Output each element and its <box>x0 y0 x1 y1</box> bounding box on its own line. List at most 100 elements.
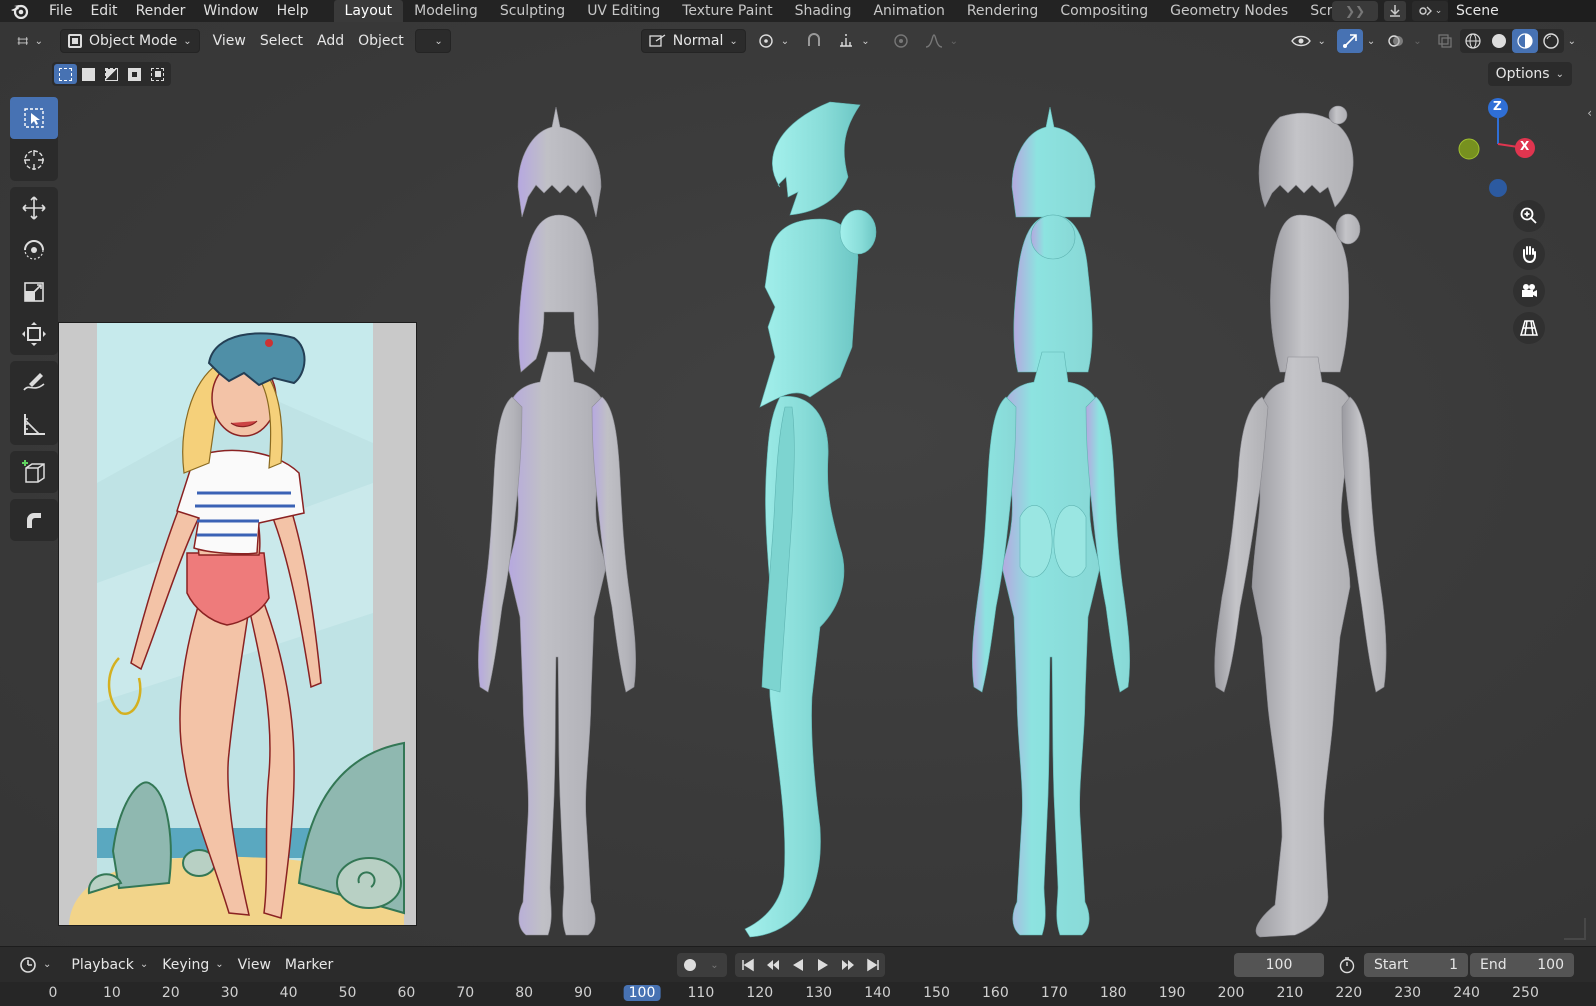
menu-keying[interactable]: Keying ⌄ <box>155 953 230 977</box>
ruler-tick: 220 <box>1335 985 1363 1001</box>
model-front-view[interactable] <box>477 106 637 936</box>
reference-image[interactable] <box>58 322 417 926</box>
perspective-grid-icon[interactable] <box>1513 312 1545 344</box>
rotate-tool-icon[interactable] <box>10 229 58 271</box>
corner-resize-icon[interactable] <box>1564 918 1586 940</box>
snap-toggle[interactable] <box>798 29 830 53</box>
sidebar-toggle-icon[interactable]: ‹ <box>1587 106 1592 120</box>
proportional-edit-toggle[interactable] <box>885 29 917 53</box>
transform-orientation-dropdown[interactable]: Normal ⌄ <box>640 29 746 53</box>
tab-uv-editing[interactable]: UV Editing <box>576 0 671 22</box>
navigation-gizmo[interactable]: Z X <box>1450 94 1560 204</box>
tab-texture-paint[interactable]: Texture Paint <box>671 0 783 22</box>
model-three-quarter-view[interactable] <box>1214 105 1387 938</box>
jump-keyframe-back-icon[interactable] <box>760 953 785 977</box>
add-cube-tool-icon[interactable] <box>10 451 58 493</box>
tab-modeling[interactable]: Modeling <box>403 0 489 22</box>
mode-dropdown[interactable]: Object Mode ⌄ <box>60 29 200 53</box>
menu-edit[interactable]: Edit <box>81 0 126 22</box>
editor-type-button[interactable]: ⌄ <box>10 29 50 53</box>
overlays-dropdown[interactable]: ⌄ <box>1409 29 1425 53</box>
workspace-scroll-icon[interactable]: ❯❯ <box>1332 1 1378 21</box>
transform-tool-icon[interactable] <box>10 313 58 355</box>
zoom-icon[interactable] <box>1513 200 1545 232</box>
select-invert-icon[interactable] <box>123 64 146 84</box>
rendered-shading-button[interactable] <box>1538 29 1564 53</box>
jump-keyframe-forward-icon[interactable] <box>835 953 860 977</box>
move-tool-icon[interactable] <box>10 187 58 229</box>
extra-dropdown[interactable]: ⌄ <box>414 29 451 53</box>
jump-end-icon[interactable] <box>860 953 885 977</box>
tab-geometry-nodes[interactable]: Geometry Nodes <box>1159 0 1299 22</box>
measure-tool-icon[interactable] <box>10 403 58 445</box>
menu-add[interactable]: Add <box>310 29 351 53</box>
tab-layout[interactable]: Layout <box>333 0 404 22</box>
pan-hand-icon[interactable] <box>1513 238 1545 270</box>
tab-shading[interactable]: Shading <box>784 0 863 22</box>
timeline-ruler[interactable]: 0 10 20 30 40 50 60 70 80 90 100 110 120 130 140 150 160… <box>0 982 1596 1006</box>
scene-type-icon[interactable]: ⌄ <box>1412 1 1448 21</box>
menu-help[interactable]: Help <box>268 0 318 22</box>
character-turnaround-models[interactable] <box>440 77 1440 947</box>
model-back-view[interactable] <box>972 106 1130 936</box>
ruler-tick: 140 <box>864 985 891 1001</box>
pivot-point-button[interactable]: ⌄ <box>750 29 796 53</box>
select-subtract-icon[interactable] <box>100 64 123 84</box>
select-intersect-icon[interactable] <box>146 64 169 84</box>
camera-view-icon[interactable] <box>1513 275 1545 307</box>
preview-range-icon[interactable] <box>1334 953 1360 977</box>
start-frame-field[interactable]: Start 1 <box>1364 953 1468 977</box>
play-icon[interactable] <box>810 953 835 977</box>
menu-select[interactable]: Select <box>253 29 310 53</box>
select-new-icon[interactable] <box>54 64 77 84</box>
menu-file[interactable]: File <box>40 0 81 22</box>
blender-logo-icon[interactable] <box>0 0 40 22</box>
options-dropdown[interactable]: Options ⌄ <box>1487 62 1572 86</box>
select-extend-icon[interactable] <box>77 64 100 84</box>
material-shading-button[interactable] <box>1511 29 1538 53</box>
scene-name[interactable]: Scene <box>1448 0 1596 22</box>
tab-sculpting[interactable]: Sculpting <box>489 0 576 22</box>
tab-animation[interactable]: Animation <box>862 0 955 22</box>
tab-compositing[interactable]: Compositing <box>1049 0 1159 22</box>
scale-tool-icon[interactable] <box>10 271 58 313</box>
keying-dropdown[interactable]: ⌄ <box>702 953 727 977</box>
start-value: 1 <box>1449 957 1458 973</box>
annotate-tool-icon[interactable] <box>10 361 58 403</box>
options-label: Options <box>1495 66 1550 82</box>
falloff-dropdown[interactable]: ⌄ <box>917 29 965 53</box>
menu-marker[interactable]: Marker <box>278 953 340 977</box>
current-frame-marker[interactable]: 100 <box>623 985 661 1001</box>
gizmo-toggle[interactable] <box>1336 29 1363 53</box>
menu-view[interactable]: View <box>206 29 253 53</box>
scene-selector[interactable]: ❯❯ ⌄ Scene <box>1332 0 1596 22</box>
current-frame-field[interactable]: 100 <box>1234 953 1324 977</box>
solid-shading-button[interactable] <box>1486 29 1512 53</box>
extrude-tool-icon[interactable] <box>10 499 58 541</box>
tab-rendering[interactable]: Rendering <box>956 0 1050 22</box>
auto-keying-button[interactable] <box>677 953 702 977</box>
snap-target-dropdown[interactable]: ⌄ <box>830 29 876 53</box>
jump-start-icon[interactable] <box>735 953 760 977</box>
menu-render[interactable]: Render <box>127 0 195 22</box>
viewport-header: ⌄ Object Mode ⌄ View Select Add Object ⌄… <box>0 22 1596 60</box>
menu-playback[interactable]: Playback ⌄ <box>64 953 155 977</box>
ruler-tick: 180 <box>1099 985 1127 1001</box>
shading-dropdown[interactable]: ⌄ <box>1564 29 1580 53</box>
end-frame-field[interactable]: End 100 <box>1470 953 1574 977</box>
menu-timeline-view[interactable]: View <box>231 953 278 977</box>
wireframe-shading-button[interactable] <box>1460 29 1486 53</box>
3d-viewport[interactable]: ⌄ Object Mode ⌄ View Select Add Object ⌄… <box>0 22 1596 946</box>
model-side-view[interactable] <box>744 101 877 938</box>
visibility-dropdown[interactable]: ⌄ <box>1284 29 1332 53</box>
play-reverse-icon[interactable] <box>785 953 810 977</box>
menu-window[interactable]: Window <box>194 0 267 22</box>
select-box-tool-icon[interactable] <box>10 97 58 139</box>
overlays-toggle[interactable] <box>1383 29 1409 53</box>
xray-toggle[interactable] <box>1432 29 1458 53</box>
download-icon[interactable] <box>1384 1 1406 21</box>
menu-object[interactable]: Object <box>351 29 411 53</box>
gizmo-dropdown[interactable]: ⌄ <box>1363 29 1379 53</box>
timeline-editor-type-button[interactable]: ⌄ <box>12 953 58 977</box>
cursor-tool-icon[interactable] <box>10 139 58 181</box>
